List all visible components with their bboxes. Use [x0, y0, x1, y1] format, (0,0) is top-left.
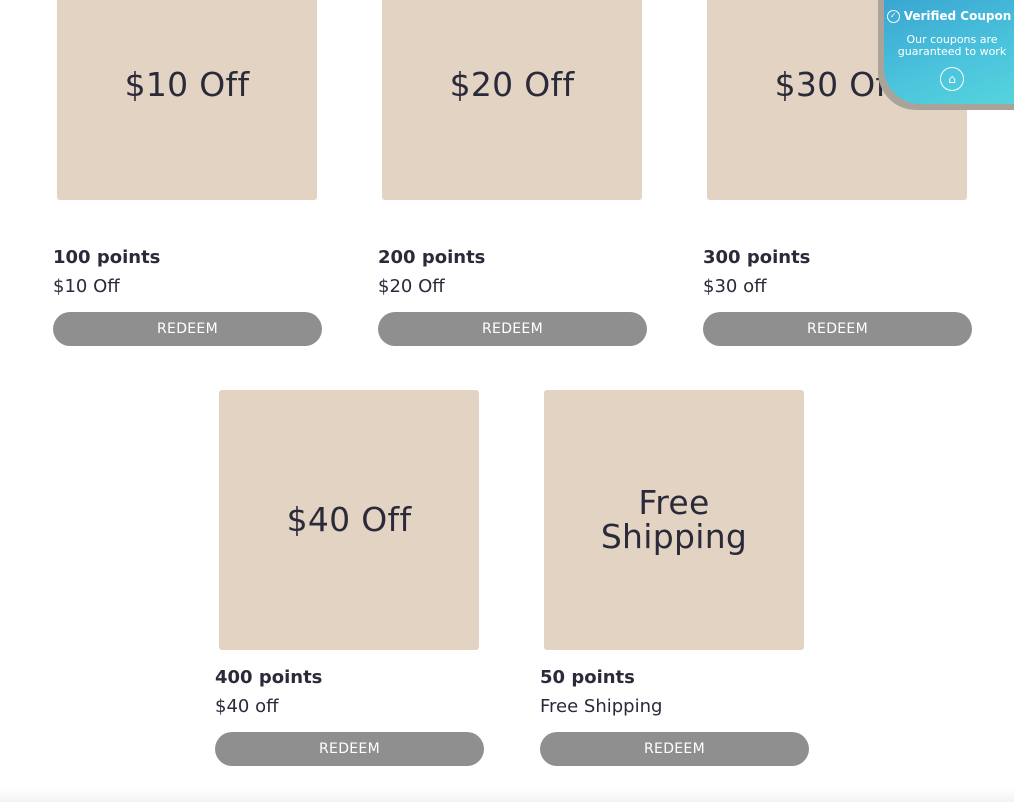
reward-description: $30 off [703, 276, 767, 297]
reward-points: 50 points [540, 667, 635, 688]
reward-tile-text: $10 Off [124, 65, 250, 104]
reward-points: 200 points [378, 247, 486, 268]
reward-tile: Free Shipping [544, 390, 804, 650]
reward-description: $10 Off [53, 276, 120, 297]
badge-subtitle: Our coupons are guaranteed to work [897, 33, 1007, 58]
reward-tile: $40 Off [219, 390, 479, 650]
reward-description: $20 Off [378, 276, 445, 297]
check-circle-icon: ✓ [886, 9, 900, 23]
reward-tile-text: $20 Off [449, 65, 575, 104]
reward-tile: $20 Off [382, 0, 642, 200]
verified-coupon-badge[interactable]: ✓ Verified Coupon Our coupons are guaran… [878, 0, 1014, 110]
badge-title: Verified Coupon [903, 9, 1012, 23]
reward-points: 400 points [215, 667, 323, 688]
redeem-button[interactable]: REDEEM [53, 312, 322, 346]
redeem-button[interactable]: REDEEM [540, 732, 809, 766]
redeem-button[interactable]: REDEEM [703, 312, 972, 346]
reward-description: Free Shipping [540, 696, 663, 717]
reward-tile-text: Free Shipping [600, 483, 748, 556]
reward-tile-text: $40 Off [286, 500, 412, 539]
page-bottom-edge [0, 788, 1014, 802]
reward-tile: $10 Off [57, 0, 317, 200]
reward-description: $40 off [215, 696, 279, 717]
redeem-button[interactable]: REDEEM [378, 312, 647, 346]
coupon-logo-icon: ⌂ [940, 67, 964, 91]
verified-coupon-panel: ✓ Verified Coupon Our coupons are guaran… [884, 0, 1014, 104]
reward-points: 300 points [703, 247, 811, 268]
reward-points: 100 points [53, 247, 161, 268]
badge-title-row: ✓ Verified Coupon [884, 9, 1014, 23]
redeem-button[interactable]: REDEEM [215, 732, 484, 766]
